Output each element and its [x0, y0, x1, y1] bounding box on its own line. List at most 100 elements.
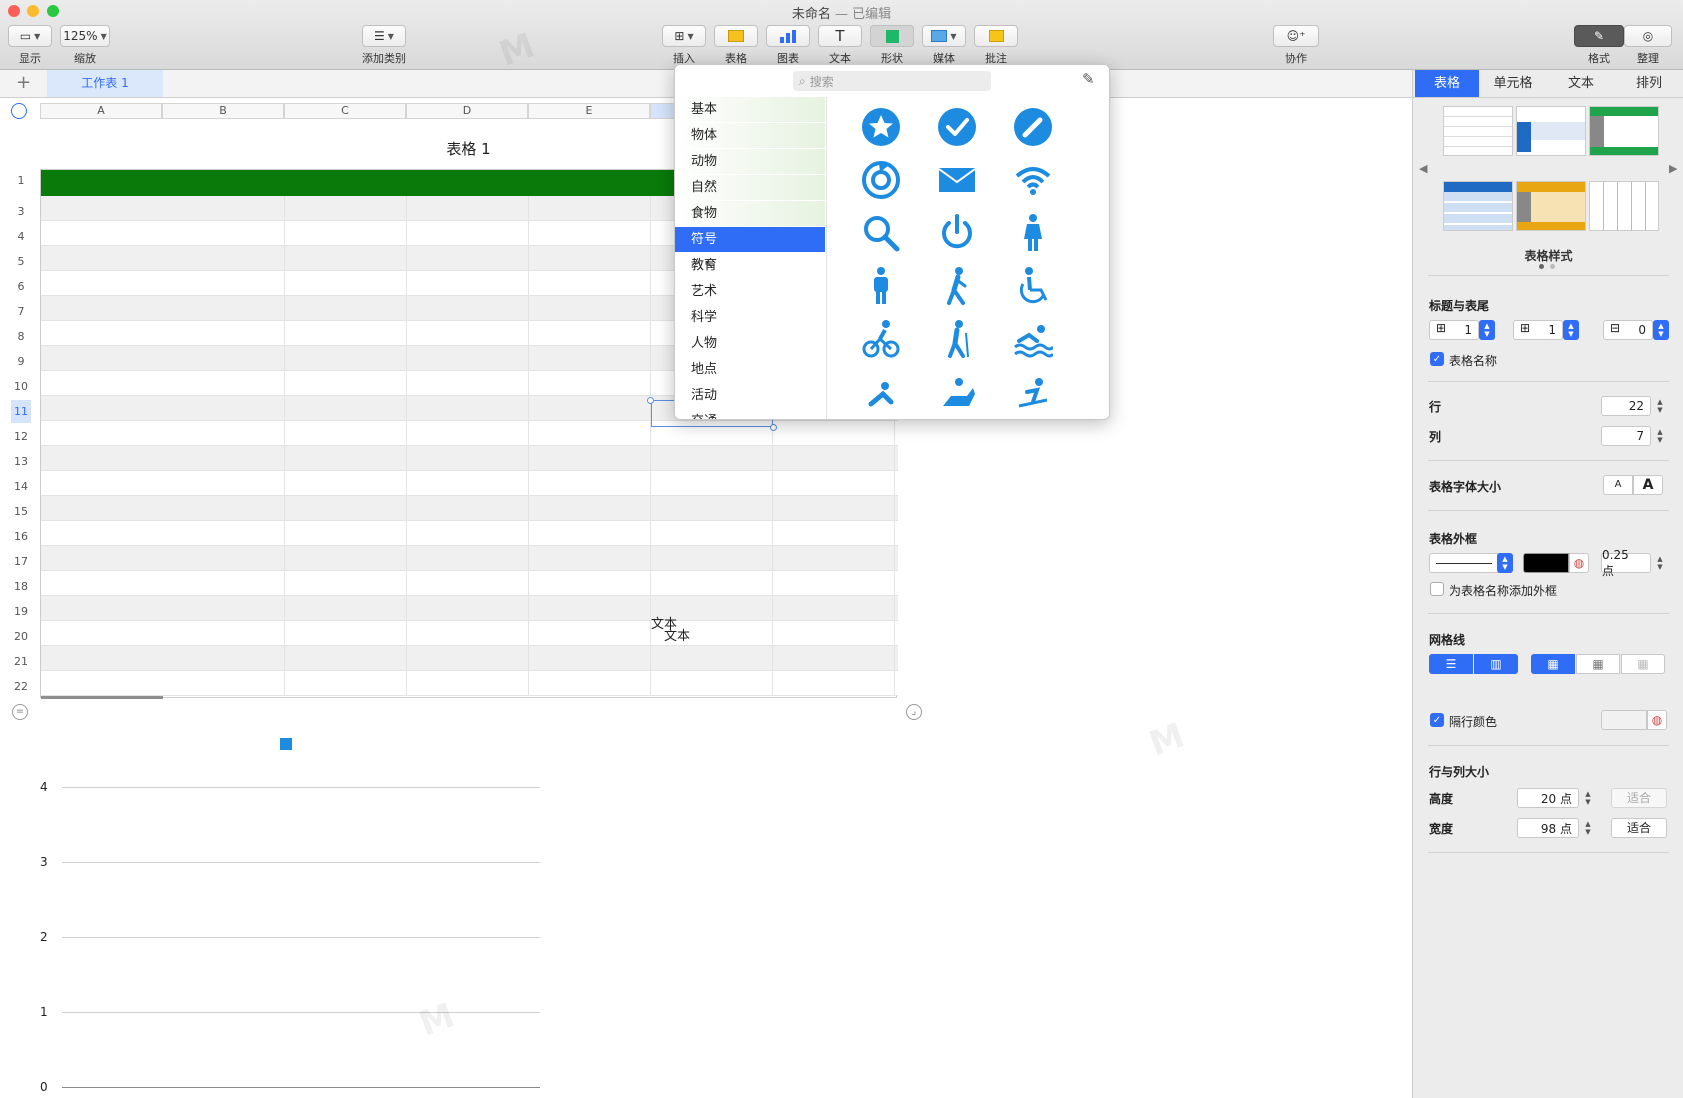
shape-button[interactable]: [870, 25, 914, 47]
row-header[interactable]: 11: [11, 400, 31, 423]
table-cell[interactable]: [773, 446, 895, 470]
table-cell[interactable]: [773, 521, 895, 545]
table-cell[interactable]: [285, 421, 407, 445]
tab-text[interactable]: 文本: [1547, 70, 1615, 97]
table-cell[interactable]: [529, 371, 651, 395]
table-cell[interactable]: [529, 296, 651, 320]
table-cell[interactable]: [285, 346, 407, 370]
color-wheel-icon[interactable]: ◍: [1569, 553, 1589, 573]
table-cell[interactable]: [773, 496, 895, 520]
shape-item[interactable]: [927, 102, 987, 152]
shape-item[interactable]: [927, 155, 987, 205]
table-cell[interactable]: [651, 446, 773, 470]
shape-item[interactable]: [1003, 367, 1063, 417]
rows-field[interactable]: 22: [1601, 396, 1651, 416]
table-cell[interactable]: [529, 196, 651, 220]
table-cell[interactable]: [163, 196, 285, 220]
cols-stepper[interactable]: ▲ ▼: [1653, 426, 1667, 446]
table-cell[interactable]: [285, 671, 407, 695]
collaborate-button[interactable]: ☺⁺: [1273, 25, 1319, 47]
border-style-stepper[interactable]: ▲ ▼: [1497, 553, 1513, 573]
table-cell[interactable]: [285, 371, 407, 395]
table-row[interactable]: [41, 446, 898, 471]
table-row[interactable]: [41, 471, 898, 496]
table-cell[interactable]: [651, 671, 773, 695]
comment-button[interactable]: [974, 25, 1018, 47]
table-cell[interactable]: [163, 446, 285, 470]
category-item[interactable]: 活动: [675, 383, 825, 408]
width-stepper[interactable]: ▲ ▼: [1581, 818, 1595, 838]
column-header-d[interactable]: D: [406, 103, 528, 119]
table-cell[interactable]: [285, 521, 407, 545]
tab-arrange[interactable]: 排列: [1615, 70, 1683, 97]
row-header[interactable]: 14: [11, 475, 31, 498]
table-cell[interactable]: [407, 296, 529, 320]
table-cell[interactable]: [529, 271, 651, 295]
organize-button[interactable]: ◎: [1624, 25, 1672, 47]
table-style-3[interactable]: [1589, 106, 1659, 156]
shape-item[interactable]: [851, 367, 911, 417]
table-cell[interactable]: [529, 521, 651, 545]
table-cell[interactable]: [529, 496, 651, 520]
shape-item[interactable]: [927, 314, 987, 364]
table-row[interactable]: [41, 571, 898, 596]
footer-gridlines-button[interactable]: ▦: [1621, 654, 1665, 674]
table-cell[interactable]: [285, 246, 407, 270]
table-cell[interactable]: [285, 596, 407, 620]
alt-row-checkbox[interactable]: ✓: [1430, 713, 1444, 727]
row-header[interactable]: 22: [11, 675, 31, 698]
table-cell[interactable]: [163, 646, 285, 670]
category-item[interactable]: 自然: [675, 175, 825, 200]
table-cell[interactable]: [407, 321, 529, 345]
rows-stepper[interactable]: ▲ ▼: [1653, 396, 1667, 416]
prev-styles-icon[interactable]: ◀: [1419, 162, 1427, 175]
text-button[interactable]: T: [818, 25, 862, 47]
table-cell[interactable]: [407, 521, 529, 545]
table-row[interactable]: [41, 546, 898, 571]
page-dot[interactable]: [1550, 264, 1555, 269]
category-item[interactable]: 动物: [675, 149, 825, 174]
table-cell[interactable]: [529, 421, 651, 445]
format-control[interactable]: ✎ 格式: [1574, 25, 1624, 66]
table-cell[interactable]: [285, 496, 407, 520]
table-button[interactable]: [714, 25, 758, 47]
next-styles-icon[interactable]: ▶: [1669, 162, 1677, 175]
table-cell[interactable]: [529, 221, 651, 245]
category-item[interactable]: 人物: [675, 331, 825, 356]
table-cell[interactable]: [407, 371, 529, 395]
add-category-control[interactable]: ☰ ▼ 添加类别: [362, 25, 406, 66]
table-cell[interactable]: [285, 321, 407, 345]
category-item[interactable]: 交通: [675, 409, 825, 419]
category-item[interactable]: 基本: [675, 97, 825, 122]
shape-item[interactable]: [851, 261, 911, 311]
row-header[interactable]: 5: [11, 250, 31, 273]
table-select-handle[interactable]: [11, 103, 27, 119]
table-cell[interactable]: [529, 571, 651, 595]
tab-table[interactable]: 表格: [1415, 70, 1479, 97]
add-category-button[interactable]: ☰ ▼: [362, 25, 406, 47]
table-cell[interactable]: [773, 421, 895, 445]
organize-control[interactable]: ◎ 整理: [1624, 25, 1672, 66]
table-cell[interactable]: [651, 546, 773, 570]
category-item[interactable]: 地点: [675, 357, 825, 382]
header-cols-field[interactable]: ⊞ 1: [1513, 320, 1563, 340]
insert-button[interactable]: ⊞ ▼: [662, 25, 706, 47]
shape-control[interactable]: 形状: [870, 25, 914, 66]
table-control[interactable]: 表格: [714, 25, 758, 66]
table-cell[interactable]: [407, 496, 529, 520]
table-cell[interactable]: [407, 596, 529, 620]
shape-item[interactable]: [927, 261, 987, 311]
table-cell[interactable]: [285, 221, 407, 245]
fit-height-button[interactable]: 适合: [1611, 788, 1667, 808]
row-header[interactable]: 3: [11, 200, 31, 223]
shape-item[interactable]: [851, 314, 911, 364]
fit-width-button[interactable]: 适合: [1611, 818, 1667, 838]
table-cell[interactable]: [529, 396, 651, 420]
table-cell[interactable]: [407, 471, 529, 495]
row-header[interactable]: 10: [11, 375, 31, 398]
header-rows-field[interactable]: ⊞ 1: [1429, 320, 1479, 340]
header-cols-stepper[interactable]: ▲ ▼: [1563, 320, 1579, 340]
decrease-font-button[interactable]: A: [1603, 475, 1633, 495]
width-field[interactable]: 98 点: [1517, 818, 1579, 838]
table-cell[interactable]: [407, 271, 529, 295]
